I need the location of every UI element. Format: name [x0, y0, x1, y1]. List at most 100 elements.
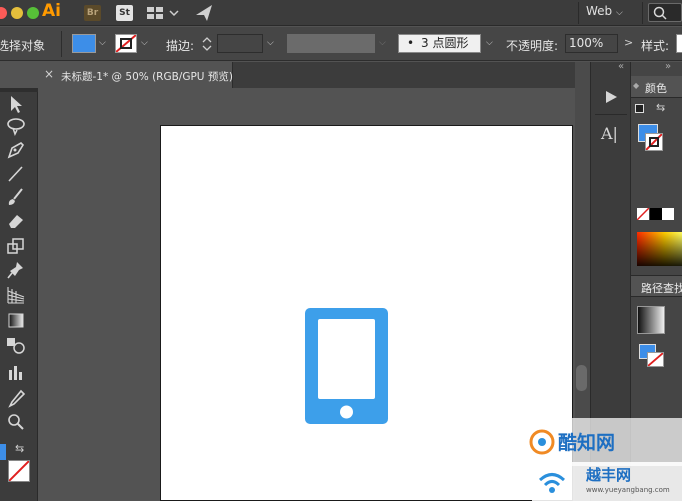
- magnifier-icon: [8, 414, 24, 430]
- fill-swatch[interactable]: [72, 34, 96, 53]
- chevron-down-icon[interactable]: ⌵: [99, 38, 106, 48]
- color-panel-tab[interactable]: ◆ 颜色: [631, 76, 682, 98]
- gradient-swatch[interactable]: [637, 306, 665, 334]
- variable-width-profile[interactable]: [287, 34, 375, 53]
- pathfinder-panel-tab[interactable]: 路径查找: [631, 275, 682, 297]
- chevron-down-icon[interactable]: ⌵: [486, 38, 493, 48]
- none-color-icon: [115, 34, 137, 53]
- bar-graph-icon: [9, 366, 22, 380]
- chevron-down-icon[interactable]: ⌵: [267, 38, 274, 48]
- column-graph-tool[interactable]: [4, 362, 28, 382]
- graphic-style-swatch[interactable]: [676, 34, 682, 53]
- actions-panel-button[interactable]: [601, 88, 621, 106]
- arrange-documents-button[interactable]: [146, 6, 180, 20]
- chevron-right-icon[interactable]: >: [624, 36, 633, 49]
- paintbrush-tool[interactable]: [4, 187, 28, 207]
- toolbar-fill-swatch[interactable]: [0, 444, 6, 460]
- mobile-phone-icon[interactable]: [305, 308, 389, 425]
- lasso-icon: [7, 118, 25, 136]
- gradient-tool[interactable]: [4, 310, 28, 330]
- stroke-weight-field[interactable]: [217, 34, 263, 53]
- eraser-tool[interactable]: [4, 210, 28, 230]
- character-panel-button[interactable]: A|: [601, 124, 623, 144]
- toolbar-stroke-swatch[interactable]: [8, 460, 30, 482]
- chevron-down-icon[interactable]: ⌵: [141, 38, 148, 48]
- zoom-tool[interactable]: [4, 412, 28, 432]
- pen-nib-icon: [7, 142, 25, 159]
- lasso-tool[interactable]: [4, 116, 28, 136]
- arrow-cursor-icon: [11, 96, 22, 113]
- color-spectrum[interactable]: [637, 232, 682, 266]
- close-window-button[interactable]: [0, 7, 7, 19]
- pen-tool[interactable]: [4, 140, 28, 160]
- shape-builder-tool[interactable]: [4, 335, 28, 355]
- close-tab-icon[interactable]: ×: [44, 67, 54, 81]
- workspace-switcher[interactable]: Web ⌵: [586, 4, 623, 18]
- canvas[interactable]: [38, 88, 575, 501]
- white-swatch[interactable]: [662, 208, 674, 220]
- zoom-window-button[interactable]: [27, 7, 39, 19]
- app-bar: Ai Br St Web ⌵: [0, 0, 682, 26]
- stroke-weight-stepper[interactable]: [201, 35, 213, 53]
- watermark-wifi-icon: [538, 473, 566, 493]
- none-swatch[interactable]: [636, 207, 650, 221]
- panel-grip[interactable]: [0, 88, 38, 92]
- appearance-stroke-swatch[interactable]: [647, 352, 664, 367]
- opacity-label: 不透明度:: [506, 39, 559, 53]
- swap-colors-icon[interactable]: ⇆: [15, 442, 24, 455]
- stock-button[interactable]: St: [116, 5, 133, 21]
- line-icon: [8, 166, 23, 182]
- pushpin-icon: [7, 262, 23, 279]
- chevron-down-icon[interactable]: ⌵: [379, 38, 386, 48]
- black-swatch[interactable]: [650, 208, 662, 220]
- play-icon: [606, 91, 617, 103]
- watermark-title: 越丰网: [586, 466, 632, 484]
- opacity-input[interactable]: 100%: [565, 34, 618, 53]
- shapes-icon: [7, 338, 25, 354]
- puppet-warp-tool[interactable]: [4, 260, 28, 280]
- collapse-panel-icon[interactable]: ◆: [633, 81, 639, 90]
- stepper-icon: [202, 37, 212, 51]
- brush-definition-value: 3 点圆形: [421, 36, 469, 50]
- document-tab-bar: × 未标题-1* @ 50% (RGB/GPU 预览): [38, 62, 590, 88]
- watermark-text: 酷知网: [558, 432, 616, 454]
- app-logo: Ai: [42, 1, 61, 21]
- scale-tool[interactable]: [4, 236, 28, 256]
- brush-definition-field[interactable]: • 3 点圆形: [398, 34, 481, 53]
- default-colors-icon[interactable]: [635, 104, 644, 113]
- gradient-icon: [8, 313, 24, 328]
- stroke-swatch[interactable]: [115, 34, 137, 53]
- search-icon: [653, 6, 667, 20]
- watermark-logo: 酷知网: [522, 418, 682, 466]
- scroll-thumb[interactable]: [576, 365, 587, 391]
- swap-colors-icon[interactable]: ⇆: [656, 101, 665, 114]
- bridge-button[interactable]: Br: [84, 5, 101, 21]
- eyedropper-icon: [8, 389, 26, 408]
- divider: [642, 2, 643, 24]
- eraser-icon: [9, 215, 23, 228]
- panel-stroke-swatch[interactable]: [645, 133, 663, 151]
- eyedropper-tool[interactable]: [4, 389, 28, 409]
- none-color-icon: [636, 207, 650, 221]
- artboard[interactable]: [160, 125, 573, 501]
- none-color-icon: [8, 460, 30, 482]
- character-icon: A|: [601, 124, 618, 143]
- gpu-performance-button[interactable]: [194, 3, 214, 23]
- expand-dock-icon[interactable]: »: [665, 61, 671, 72]
- pathfinder-panel-title: 路径查找: [641, 282, 682, 295]
- send-icon: [196, 5, 212, 21]
- control-bar: 选择对象 ⌵ ⌵ 描边: ⌵ ⌵ • 3 点圆形 ⌵ 不透明度: 100% > …: [0, 27, 682, 61]
- style-label: 样式:: [641, 39, 670, 53]
- minimize-window-button[interactable]: [11, 7, 23, 19]
- document-tab[interactable]: × 未标题-1* @ 50% (RGB/GPU 预览): [38, 62, 233, 88]
- help-search-input[interactable]: [648, 3, 682, 22]
- perspective-grid-tool[interactable]: [4, 285, 28, 305]
- none-color-icon: [645, 133, 663, 151]
- line-segment-tool[interactable]: [4, 164, 28, 184]
- collapse-dock-icon[interactable]: «: [618, 61, 624, 72]
- perspective-grid-icon: [7, 287, 25, 304]
- selection-tool[interactable]: [4, 94, 28, 114]
- brush-dot-icon: •: [407, 36, 415, 50]
- watermark-banner: 越丰网 www.yueyangbang.com: [532, 462, 682, 501]
- stroke-label: 描边:: [166, 39, 195, 53]
